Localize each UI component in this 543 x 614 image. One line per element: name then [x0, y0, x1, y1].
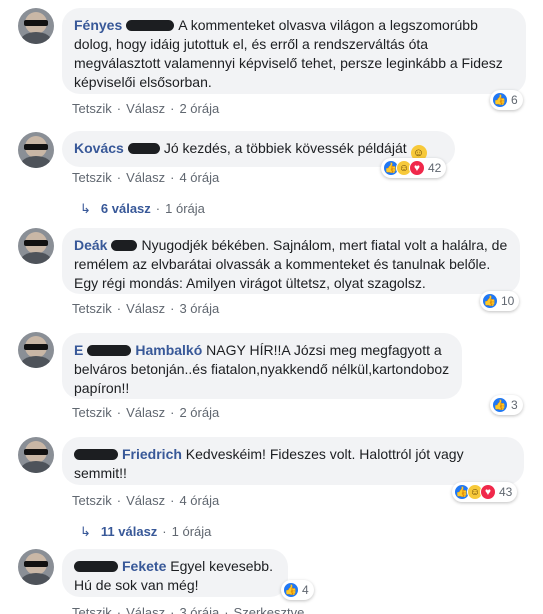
redacted-name	[127, 142, 160, 154]
reaction-summary[interactable]: 👍 ☺ ♥ 42	[381, 158, 447, 178]
reply-link[interactable]: Válasz	[126, 493, 165, 508]
reply-link[interactable]: Válasz	[126, 301, 165, 316]
like-link[interactable]: Tetszik	[72, 605, 112, 614]
avatar[interactable]	[18, 228, 54, 264]
comment-author[interactable]: Fekete	[122, 558, 166, 574]
like-link[interactable]: Tetszik	[72, 170, 112, 185]
comment-time[interactable]: 3 órája	[179, 301, 219, 316]
reply-arrow-icon: ↳	[80, 201, 91, 216]
comment-text: Nyugodjék békében. Sajnálom, mert fiatal…	[74, 237, 508, 291]
comment-time[interactable]: 2 órája	[179, 405, 219, 420]
redacted-name	[87, 344, 132, 356]
replies-time: 1 órája	[165, 201, 205, 216]
reaction-count: 3	[511, 398, 518, 412]
avatar[interactable]	[18, 8, 54, 44]
comment-actions: Tetszik · Válasz · 3 órája · Szerkesztve	[72, 605, 304, 614]
like-link[interactable]: Tetszik	[72, 101, 112, 116]
like-icon: 👍	[492, 397, 508, 413]
like-link[interactable]: Tetszik	[72, 301, 112, 316]
comment-bubble: Friedrich Kedveskéim! Fideszes volt. Hal…	[62, 437, 524, 485]
reply-link[interactable]: Válasz	[126, 605, 165, 614]
reply-link[interactable]: Válasz	[126, 405, 165, 420]
like-link[interactable]: Tetszik	[72, 405, 112, 420]
comment-text: Jó kezdés, a többiek kövessék példáját	[163, 140, 407, 156]
reply-arrow-icon: ↳	[80, 524, 91, 539]
reaction-summary[interactable]: 👍 ☺ ♥ 43	[452, 482, 518, 502]
comment-author[interactable]: Deák	[74, 237, 107, 253]
comment-bubble: Deák Nyugodjék békében. Sajnálom, mert fi…	[62, 228, 520, 294]
comment-author[interactable]: Friedrich	[122, 446, 182, 462]
reaction-count: 10	[501, 294, 515, 308]
redacted-name	[126, 19, 175, 31]
reaction-summary[interactable]: 👍 10	[480, 291, 520, 311]
comment-time[interactable]: 3 órája	[179, 605, 219, 614]
love-icon: ♥	[480, 484, 496, 500]
replies-time: 1 órája	[171, 524, 212, 539]
comment-actions: Tetszik · Válasz · 2 órája	[72, 405, 220, 420]
reaction-count: 4	[302, 583, 309, 597]
comment-author-prefix[interactable]: E	[74, 342, 83, 358]
avatar[interactable]	[18, 132, 54, 168]
reply-link[interactable]: Válasz	[126, 170, 165, 185]
view-replies[interactable]: ↳ 6 válasz · 1 órája	[80, 201, 205, 217]
avatar[interactable]	[18, 549, 54, 585]
comment-actions: Tetszik · Válasz · 3 órája	[72, 301, 220, 316]
comment-bubble: Fényes A kommenteket olvasva világon a le…	[62, 8, 526, 94]
redacted-name	[111, 239, 138, 251]
comment-actions: Tetszik · Válasz · 4 órája	[72, 170, 220, 185]
reaction-summary[interactable]: 👍 6	[490, 90, 523, 110]
comment-time[interactable]: 2 órája	[179, 101, 219, 116]
comment-bubble: Fekete Egyel kevesebb. Hú de sok van még…	[62, 549, 288, 597]
reaction-count: 43	[499, 485, 513, 499]
comment-bubble: E Hambalkó NAGY HÍR!!A Józsi meg megfagyo…	[62, 333, 462, 399]
comment-time[interactable]: 4 órája	[179, 493, 219, 508]
like-icon: 👍	[492, 92, 508, 108]
reaction-summary[interactable]: 👍 4	[281, 580, 314, 600]
replies-count[interactable]: 6 válasz	[101, 201, 151, 216]
reply-link[interactable]: Válasz	[126, 101, 165, 116]
reaction-summary[interactable]: 👍 3	[490, 395, 523, 415]
like-icon: 👍	[482, 293, 498, 309]
reaction-count: 6	[511, 93, 518, 107]
comment-author[interactable]: Kovács	[74, 140, 124, 156]
like-icon: 👍	[283, 582, 299, 598]
reaction-count: 42	[428, 161, 442, 175]
avatar[interactable]	[18, 437, 54, 473]
comment-actions: Tetszik · Válasz · 4 órája	[72, 493, 220, 508]
like-link[interactable]: Tetszik	[72, 493, 112, 508]
love-icon: ♥	[409, 160, 425, 176]
redacted-name	[74, 560, 118, 572]
replies-count[interactable]: 11 válasz	[101, 524, 157, 539]
comment-author[interactable]: Fényes	[74, 17, 122, 33]
comment-author[interactable]: Hambalkó	[135, 342, 202, 358]
comment-time[interactable]: 4 órája	[179, 170, 219, 185]
view-replies[interactable]: ↳ 11 válasz · 1 órája	[80, 524, 211, 540]
comment-actions: Tetszik · Válasz · 2 órája	[72, 101, 220, 116]
avatar[interactable]	[18, 332, 54, 368]
edited-label[interactable]: Szerkesztve	[234, 605, 305, 614]
redacted-name	[74, 448, 118, 460]
